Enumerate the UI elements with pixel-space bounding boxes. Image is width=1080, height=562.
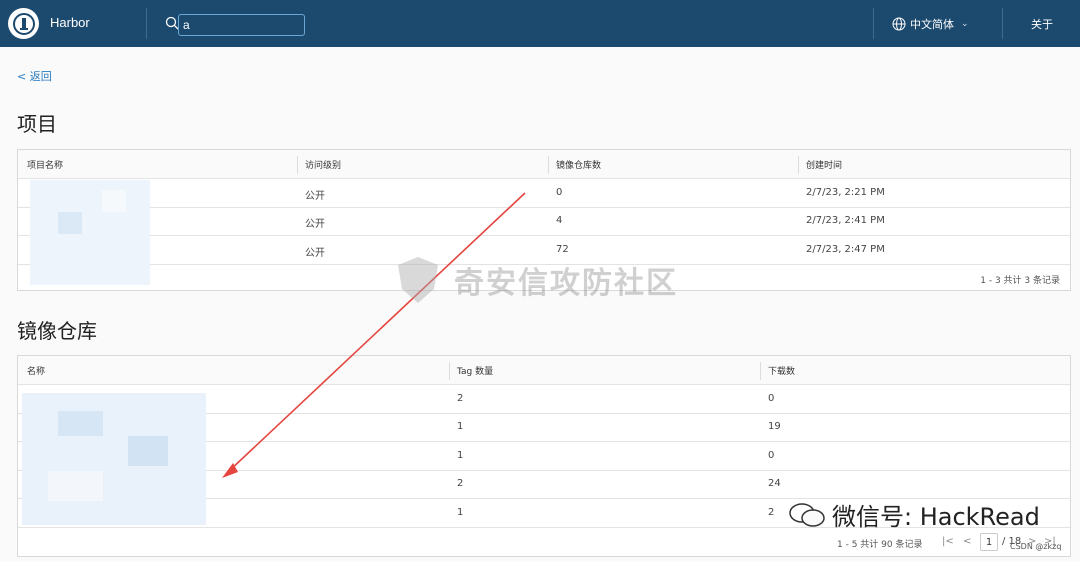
prev-page-button[interactable]: < (963, 536, 971, 547)
redaction-block (58, 411, 103, 436)
redaction-block (128, 436, 168, 466)
download-count: 2 (768, 507, 775, 518)
download-count: 0 (768, 393, 775, 404)
search-icon (165, 16, 179, 30)
repo-count: 4 (556, 215, 563, 226)
brand-name[interactable]: Harbor (50, 15, 90, 30)
table-header: 项目名称 访问级别 镜像仓库数 创建时间 (18, 150, 1070, 178)
col-tag-count[interactable]: Tag 数量 (457, 364, 493, 377)
repositories-heading: 镜像仓库 (17, 319, 97, 343)
back-link[interactable]: < 返回 (17, 68, 52, 84)
redaction-block (58, 212, 82, 234)
projects-heading: 项目 (17, 112, 57, 136)
access-level: 公开 (305, 191, 325, 202)
created-time: 2/7/23, 2:41 PM (806, 215, 885, 226)
redacted-repo-names (22, 393, 206, 525)
divider (873, 8, 874, 39)
col-repo-count[interactable]: 镜像仓库数 (556, 158, 601, 171)
language-selector[interactable]: 中文简体 ⌄ (892, 16, 969, 32)
wechat-id: 微信号: HackRead (832, 503, 1040, 531)
col-created-time[interactable]: 创建时间 (806, 158, 842, 171)
tag-count: 2 (457, 478, 464, 489)
first-page-button[interactable]: |< (942, 536, 954, 547)
tag-count: 1 (457, 507, 464, 518)
wechat-watermark: 微信号: HackRead (788, 497, 1040, 532)
download-count: 0 (768, 450, 775, 461)
col-access-level[interactable]: 访问级别 (305, 158, 341, 171)
col-name[interactable]: 名称 (27, 364, 45, 377)
download-count: 24 (768, 478, 781, 489)
watermark-text: 奇安信攻防社区 (454, 266, 678, 301)
record-count: 1 - 5 共计 90 条记录 (837, 540, 923, 550)
table-row[interactable]: 公开 4 2/7/23, 2:41 PM (18, 207, 1070, 235)
tag-count: 1 (457, 450, 464, 461)
created-time: 2/7/23, 2:47 PM (806, 244, 885, 255)
access-level: 公开 (305, 219, 325, 230)
tag-count: 1 (457, 421, 464, 432)
harbor-logo-icon[interactable] (8, 8, 39, 39)
current-page-input[interactable]: 1 (980, 533, 998, 551)
col-project-name[interactable]: 项目名称 (27, 158, 63, 171)
col-download-count[interactable]: 下载数 (768, 364, 795, 377)
globe-icon (892, 17, 906, 31)
record-count: 1 - 3 共计 3 条记录 (980, 276, 1060, 286)
repo-count: 72 (556, 244, 569, 255)
csdn-watermark: CSDN @zkzq (1010, 542, 1062, 551)
redaction-block (48, 471, 103, 501)
wechat-icon (789, 502, 825, 527)
repo-count: 0 (556, 187, 563, 198)
redaction-block (102, 190, 126, 212)
redacted-project-names (30, 180, 150, 285)
created-time: 2/7/23, 2:21 PM (806, 187, 885, 198)
shield-logo-icon (398, 257, 438, 303)
search-input[interactable] (178, 14, 305, 36)
divider (146, 8, 147, 39)
access-level: 公开 (305, 248, 325, 259)
table-header: 名称 Tag 数量 下载数 (18, 356, 1070, 384)
chevron-down-icon: ⌄ (961, 19, 969, 29)
divider (1002, 8, 1003, 39)
top-nav: Harbor 中文简体 ⌄ 关于 (0, 0, 1080, 47)
watermark: 奇安信攻防社区 (394, 255, 678, 305)
about-link[interactable]: 关于 (1031, 16, 1053, 32)
language-label: 中文简体 (910, 18, 954, 31)
download-count: 19 (768, 421, 781, 432)
tag-count: 2 (457, 393, 464, 404)
table-row[interactable]: 公开 0 2/7/23, 2:21 PM (18, 178, 1070, 207)
